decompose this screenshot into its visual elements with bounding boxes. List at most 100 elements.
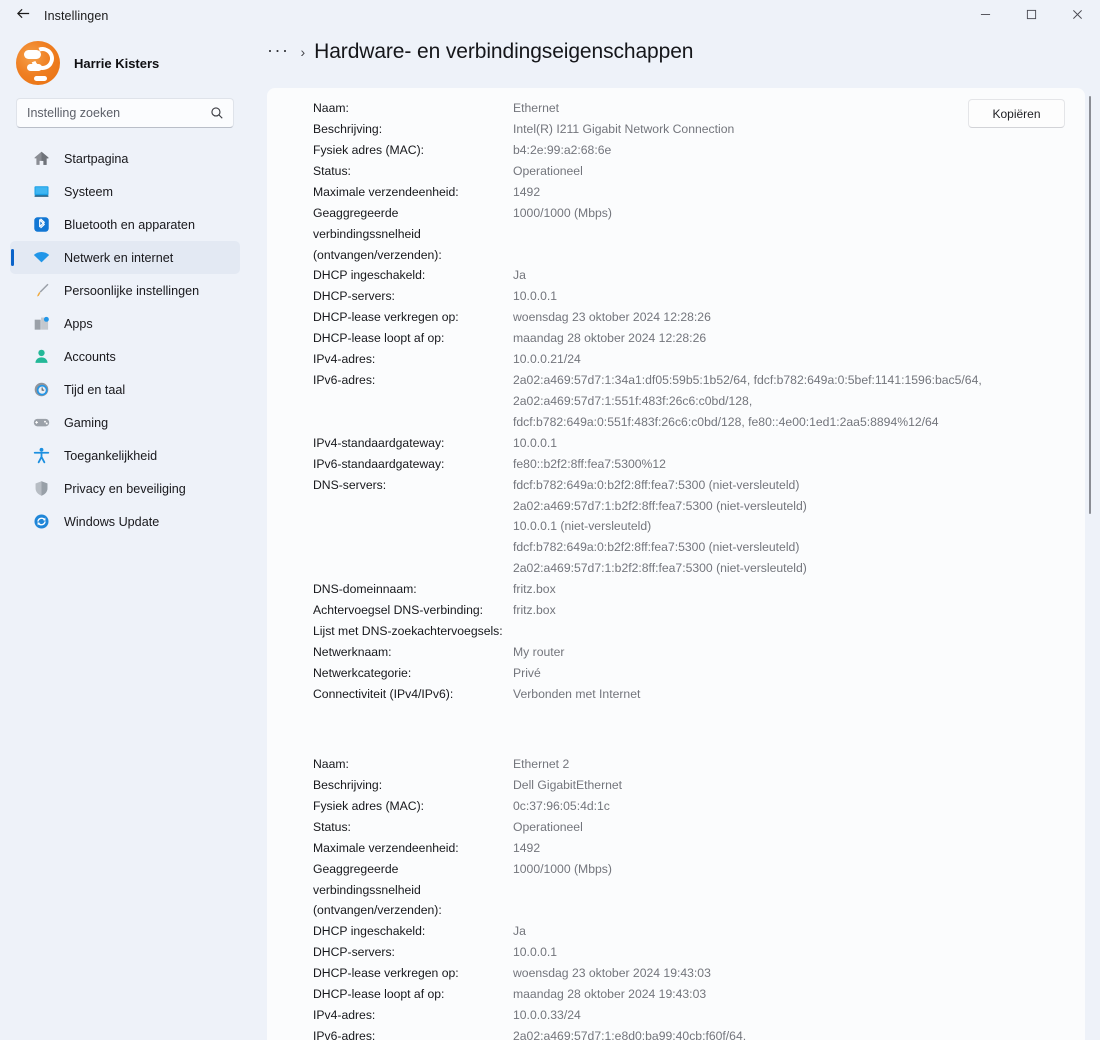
- sidebar-item-gaming[interactable]: Gaming: [10, 406, 240, 439]
- sidebar-item-label: Toegankelijkheid: [64, 448, 158, 463]
- sidebar: Harrie Kisters Startpagina: [0, 32, 250, 1040]
- properties-list: Kopiëren Naam: Ethernet Beschrijving: Intel…: [267, 88, 1085, 1040]
- property-row: DHCP-lease loopt af op: maandag 28 oktobe…: [313, 984, 1085, 1005]
- clock-icon: [32, 380, 51, 399]
- property-value: fdcf:b782:649a:0:b2f2:8ff:fea7:5300 (nie…: [513, 477, 807, 575]
- content-header: ··· › Hardware- en verbindingseigenschap…: [267, 40, 693, 64]
- sidebar-item-label: Accounts: [64, 349, 116, 364]
- minimize-button[interactable]: [962, 0, 1008, 32]
- property-row: DHCP-lease verkregen op: woensdag 23 okto…: [313, 963, 1085, 984]
- property-row: Geaggregeerde verbindingssnelheid (ontva…: [313, 203, 1085, 265]
- property-value: fritz.box: [513, 581, 556, 596]
- sidebar-item-privacy-en-beveiliging[interactable]: Privacy en beveiliging: [10, 472, 240, 505]
- sidebar-item-label: Apps: [64, 316, 93, 331]
- sidebar-item-label: Privacy en beveiliging: [64, 481, 186, 496]
- property-key: Achtervoegsel DNS-verbinding:: [313, 602, 484, 617]
- search-input[interactable]: [17, 99, 233, 127]
- breadcrumb-overflow-button[interactable]: ···: [267, 41, 289, 59]
- property-value: 1000/1000 (Mbps): [513, 861, 612, 876]
- sidebar-item-tijd-en-taal[interactable]: Tijd en taal: [10, 373, 240, 406]
- property-value: Ethernet: [513, 101, 560, 115]
- property-row: Status: Operationeel: [313, 161, 1085, 182]
- property-key: Maximale verzendeenheid:: [313, 840, 459, 855]
- property-row: IPv6-adres: 2a02:a469:57d7:1:34a1:df05:59…: [313, 370, 1085, 432]
- property-value: Verbonden met Internet: [513, 686, 641, 701]
- page-title: Hardware- en verbindingseigenschappen: [314, 40, 694, 63]
- property-key: Naam:: [313, 101, 349, 115]
- content-panel: Kopiëren Naam: Ethernet Beschrijving: Intel…: [267, 88, 1085, 1040]
- property-value: Privé: [513, 665, 541, 680]
- property-row: DNS-servers: fdcf:b782:649a:0:b2f2:8ff:fe…: [313, 475, 1085, 579]
- property-row: Netwerkcategorie: Privé: [313, 663, 1085, 684]
- adapter-block: Naam: Ethernet 2 Beschrijving: Dell Gigabit…: [267, 754, 1085, 1040]
- property-key: Beschrijving:: [313, 122, 383, 136]
- accessibility-icon: [32, 446, 51, 465]
- property-row: IPv4-adres: 10.0.0.21/24: [313, 349, 1085, 370]
- property-key: Geaggregeerde verbindingssnelheid (ontva…: [313, 861, 442, 918]
- sidebar-item-bluetooth[interactable]: Bluetooth en apparaten: [10, 208, 240, 241]
- sidebar-nav: Startpagina Systeem Bluetooth en apparat…: [10, 142, 240, 538]
- property-row: Achtervoegsel DNS-verbinding: fritz.box: [313, 600, 1085, 621]
- property-value: Ethernet 2: [513, 756, 570, 771]
- property-key: Status:: [313, 819, 351, 834]
- scrollbar-thumb[interactable]: [1089, 96, 1091, 514]
- sidebar-item-label: Tijd en taal: [64, 382, 126, 397]
- sidebar-item-toegankelijkheid[interactable]: Toegankelijkheid: [10, 439, 240, 472]
- property-row: Beschrijving: Dell GigabitEthernet: [313, 775, 1085, 796]
- property-row: DHCP-lease loopt af op: maandag 28 oktobe…: [313, 328, 1085, 349]
- property-row: DNS-domeinnaam: fritz.box: [313, 579, 1085, 600]
- search-container: [10, 98, 240, 128]
- property-value: Intel(R) I211 Gigabit Network Connection: [513, 122, 735, 136]
- property-value: 10.0.0.1: [513, 435, 558, 450]
- property-value: 2a02:a469:57d7:1:e8d0:ba99:40cb:f60f/64,…: [513, 1029, 747, 1040]
- sidebar-item-accounts[interactable]: Accounts: [10, 340, 240, 373]
- property-row: Fysiek adres (MAC): b4:2e:99:a2:68:6e: [313, 140, 1085, 161]
- property-value: fritz.box: [513, 602, 556, 617]
- sidebar-item-label: Systeem: [64, 184, 113, 199]
- close-button[interactable]: [1054, 0, 1100, 32]
- search-box[interactable]: [16, 98, 234, 128]
- user-profile[interactable]: Harrie Kisters: [10, 32, 240, 94]
- breadcrumb-separator-icon: ›: [300, 44, 306, 60]
- vertical-scrollbar[interactable]: [1085, 92, 1095, 1040]
- search-icon: [210, 106, 224, 125]
- property-value: maandag 28 oktober 2024 12:28:26: [513, 331, 707, 346]
- property-key: Lijst met DNS-zoekachtervoegsels:: [313, 623, 503, 638]
- maximize-button[interactable]: [1008, 0, 1054, 32]
- sidebar-item-label: Windows Update: [64, 514, 160, 529]
- sidebar-item-netwerk-en-internet[interactable]: Netwerk en internet: [10, 241, 240, 274]
- property-value: Ja: [513, 924, 526, 939]
- settings-window: Instellingen Harrie Kisters Instelling z…: [0, 0, 1100, 1040]
- property-value: 10.0.0.21/24: [513, 352, 581, 367]
- property-key: Status:: [313, 164, 351, 178]
- property-key: Geaggregeerde verbindingssnelheid (ontva…: [313, 206, 442, 262]
- property-value: My router: [513, 644, 565, 659]
- shield-icon: [32, 479, 51, 498]
- property-key: DNS-servers:: [313, 477, 387, 492]
- property-key: IPv6-adres:: [313, 1029, 376, 1040]
- back-button[interactable]: [6, 0, 40, 32]
- window-controls: [962, 0, 1100, 32]
- property-row: DHCP-servers: 10.0.0.1: [313, 286, 1085, 307]
- property-row: Netwerknaam: My router: [313, 642, 1085, 663]
- minimize-icon: [980, 7, 991, 25]
- sidebar-item-startpagina[interactable]: Startpagina: [10, 142, 240, 175]
- property-key: IPv4-adres:: [313, 352, 376, 367]
- property-key: Connectiviteit (IPv4/IPv6):: [313, 686, 454, 701]
- maximize-icon: [1026, 7, 1037, 25]
- property-key: IPv6-standaardgateway:: [313, 456, 445, 471]
- sidebar-item-systeem[interactable]: Systeem: [10, 175, 240, 208]
- sidebar-item-persoonlijke-instellingen[interactable]: Persoonlijke instellingen: [10, 274, 240, 307]
- home-icon: [32, 149, 51, 168]
- property-row: Maximale verzendeenheid: 1492: [313, 838, 1085, 859]
- property-row: IPv6-adres: 2a02:a469:57d7:1:e8d0:ba99:40…: [313, 1026, 1085, 1040]
- sidebar-item-apps[interactable]: Apps: [10, 307, 240, 340]
- property-key: DHCP-servers:: [313, 289, 395, 304]
- back-arrow-icon: [16, 6, 31, 26]
- title-bar: Instellingen: [0, 0, 1100, 32]
- sidebar-item-windows-update[interactable]: Windows Update: [10, 505, 240, 538]
- property-key: IPv4-adres:: [313, 1008, 376, 1023]
- property-value: 0c:37:96:05:4d:1c: [513, 798, 610, 813]
- adapters-root: Naam: Ethernet Beschrijving: Intel(R) I211 …: [267, 98, 1085, 1040]
- copy-button[interactable]: Kopiëren: [968, 99, 1065, 128]
